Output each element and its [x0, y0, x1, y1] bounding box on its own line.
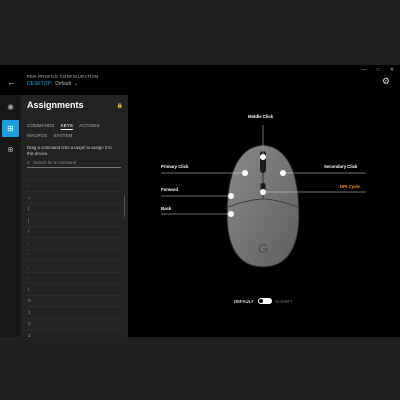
list-item[interactable]: =	[26, 192, 122, 204]
minimize-icon[interactable]: —	[362, 67, 367, 73]
label-dpi-cycle[interactable]: DPI Cycle	[340, 184, 360, 189]
search-field[interactable]: ⌕ Search for a command	[27, 158, 121, 168]
list-item[interactable]: -	[26, 181, 122, 192]
lock-icon[interactable]: 🔒	[117, 103, 123, 109]
gshift-toggle-group: DEFAULT G-SHIFT	[234, 298, 293, 304]
mouse-body	[226, 144, 300, 268]
tab-actions[interactable]: ACTIONS	[79, 121, 99, 131]
drag-hint: Drag a command onto a target to assign i…	[27, 145, 112, 156]
label-primary-click[interactable]: Primary Click	[161, 164, 188, 169]
toggle-gshift-label: G-SHIFT	[275, 298, 293, 304]
scroll-wheel	[260, 151, 266, 173]
list-item[interactable]: 1	[26, 307, 122, 319]
tab-commands[interactable]: COMMANDS	[27, 121, 54, 131]
profile-name: DESKTOP:	[27, 81, 53, 87]
maximize-icon[interactable]: □	[377, 67, 380, 73]
list-item[interactable]: `	[26, 169, 122, 181]
side-rail: ✺ ⊞ ⊕	[0, 95, 21, 337]
list-item[interactable]: 3	[26, 330, 122, 337]
forward-dot	[228, 193, 234, 199]
label-middle-click[interactable]: Middle Click	[248, 114, 273, 119]
list-item[interactable]: /	[26, 284, 122, 296]
back-arrow-icon[interactable]: ←	[7, 77, 16, 87]
gshift-toggle[interactable]	[257, 298, 272, 304]
toggle-default-label: DEFAULT	[234, 298, 254, 304]
close-icon[interactable]: ✕	[390, 67, 394, 73]
list-item[interactable]: [	[26, 204, 122, 215]
list-item[interactable]: 2	[26, 319, 122, 330]
profile-value: Default	[55, 81, 72, 87]
list-scrollbar[interactable]	[123, 195, 125, 217]
label-back[interactable]: Back	[161, 206, 171, 211]
chevron-down-icon: ⌄	[74, 81, 79, 87]
toggle-knob	[258, 299, 263, 303]
lighting-icon[interactable]: ✺	[2, 99, 19, 116]
sensitivity-icon[interactable]: ⊕	[2, 141, 19, 158]
list-item[interactable]: ]	[26, 215, 122, 227]
list-item[interactable]: '	[26, 250, 122, 261]
label-forward[interactable]: Forward	[161, 187, 178, 192]
assignments-icon[interactable]: ⊞	[2, 120, 19, 137]
primary-dot	[242, 170, 248, 176]
label-secondary-click[interactable]: Secondary Click	[324, 164, 357, 169]
command-tabs: COMMANDS KEYS ACTIONS MACROS SYSTEM	[27, 121, 125, 141]
tab-macros[interactable]: MACROS	[27, 131, 47, 141]
assignments-panel: Assignments 🔒 COMMANDS KEYS ACTIONS MACR…	[21, 95, 128, 337]
profile-selector[interactable]: DESKTOP: Default ⌄	[27, 81, 78, 87]
tab-system[interactable]: SYSTEM	[53, 131, 72, 141]
tab-keys[interactable]: KEYS	[61, 121, 73, 131]
search-icon: ⌕	[27, 159, 30, 166]
list-item[interactable]: .	[26, 273, 122, 284]
profile-label: PER-PROFILE CONFIGURATION	[27, 74, 99, 79]
gear-icon[interactable]: ⚙	[382, 76, 390, 87]
window-controls: — □ ✕	[362, 67, 394, 73]
search-placeholder: Search for a command	[32, 160, 77, 165]
dpi-dot	[260, 189, 266, 195]
list-item[interactable]: 0	[26, 296, 122, 307]
secondary-dot	[280, 170, 286, 176]
list-item[interactable]: \	[26, 227, 122, 238]
list-item[interactable]: ,	[26, 261, 122, 273]
dpi-button	[260, 183, 266, 193]
key-list: ` - = [ ] \ ; ' , . / 0 1 2 3 4	[26, 169, 122, 337]
middle-dot	[260, 154, 266, 160]
panel-title: Assignments	[27, 100, 84, 110]
list-item[interactable]: ;	[26, 238, 122, 250]
g-logo: G	[258, 241, 268, 256]
back-dot	[228, 211, 234, 217]
mouse-split-line	[227, 198, 299, 208]
app-window: — □ ✕ ← PER-PROFILE CONFIGURATION DESKTO…	[0, 65, 400, 337]
